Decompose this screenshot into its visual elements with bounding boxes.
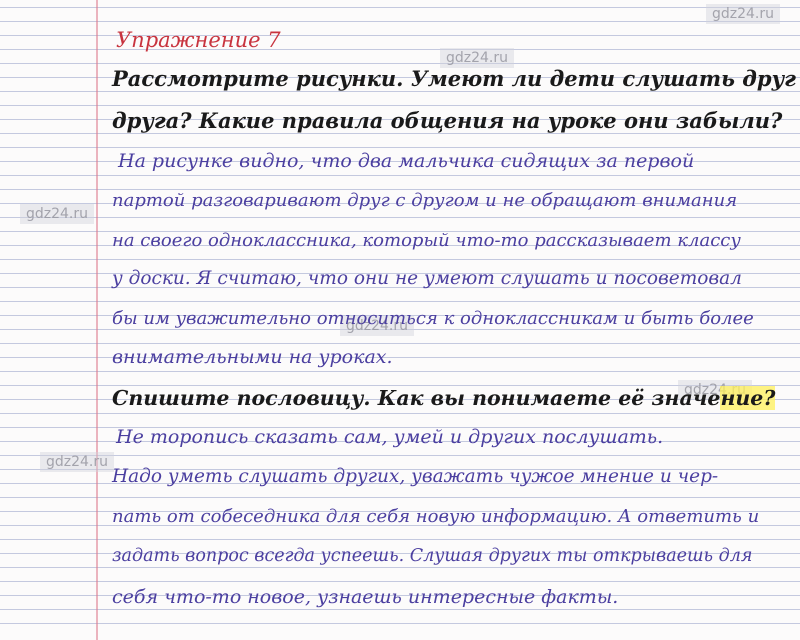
watermark: gdz24.ru [40, 452, 115, 472]
task-line: друга? Какие правила общения на уроке он… [112, 108, 783, 133]
task-line: Спишите пословицу. Как вы понимаете её з… [112, 386, 800, 410]
notebook-page: gdz24.ru gdz24.ru gdz24.ru gdz24.ru gdz2… [0, 0, 800, 640]
answer-line: задать вопрос всегда успеешь. Слушая дру… [112, 546, 753, 566]
margin-line [96, 0, 98, 640]
answer-line: Надо уметь слушать других, уважать чужое… [112, 466, 719, 487]
answer-line: партой разговаривают друг с другом и не … [112, 190, 738, 211]
task-line: Рассмотрите рисунки. Умеют ли дети слуша… [112, 66, 796, 91]
answer-line: На рисунке видно, что два мальчика сидящ… [118, 150, 695, 172]
task-text: Спишите пословицу. Как вы понимаете её з… [112, 386, 721, 410]
answer-line: себя что-то новое, узнаешь интересные фа… [112, 586, 619, 608]
answer-line: у доски. Я считаю, что они не умеют слуш… [112, 268, 742, 289]
answer-line: бы им уважительно относиться к однокласс… [112, 308, 754, 329]
proverb-line: Не торопись сказать сам, умей и других п… [116, 426, 664, 448]
answer-line: внимательными на уроках. [112, 346, 393, 368]
watermark: gdz24.ru [20, 204, 95, 224]
answer-line: пать от собеседника для себя новую инфор… [112, 506, 760, 527]
exercise-title: Упражнение 7 [116, 28, 281, 52]
answer-line: на своего одноклассника, который что-то … [112, 230, 741, 251]
watermark: gdz24.ru [706, 4, 781, 24]
highlighted-text: ние? [720, 386, 776, 410]
